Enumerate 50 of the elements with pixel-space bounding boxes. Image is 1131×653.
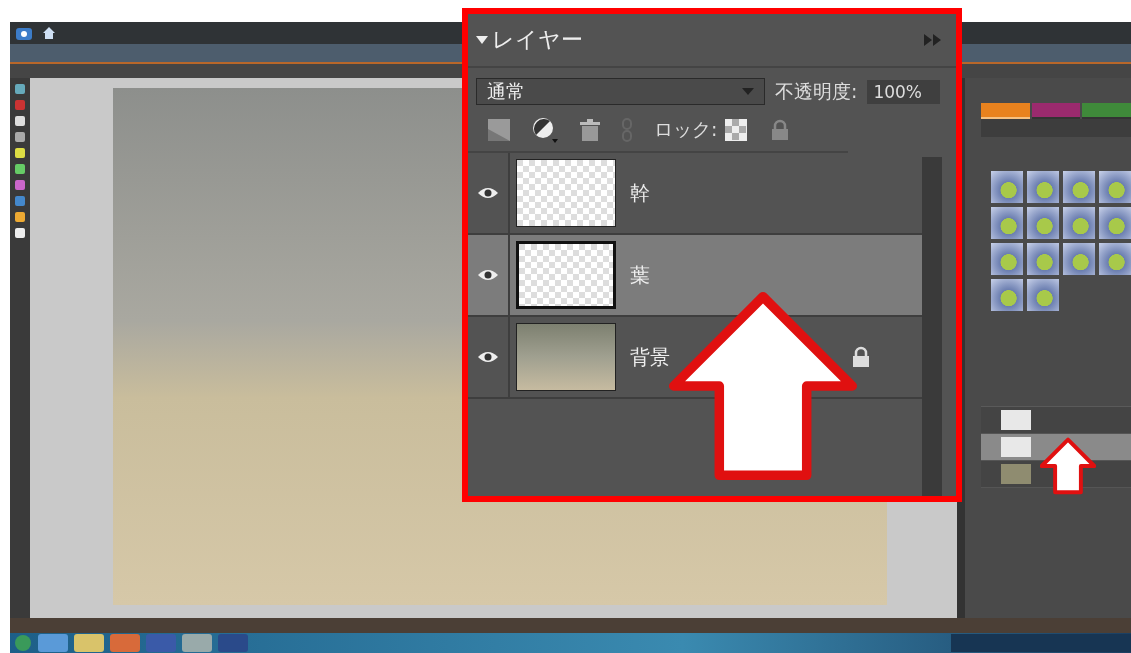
layer-row[interactable]: 幹	[468, 153, 922, 235]
new-layer-icon[interactable]	[488, 119, 510, 141]
caret-icon	[742, 88, 754, 95]
effect-thumbnail[interactable]	[1099, 171, 1131, 203]
effect-thumbnail[interactable]	[1027, 171, 1059, 203]
panel-menu-icon[interactable]	[924, 34, 942, 46]
effect-thumbnail[interactable]	[1027, 243, 1059, 275]
start-orb-icon[interactable]	[14, 634, 32, 652]
effect-thumbnail[interactable]	[991, 171, 1023, 203]
layer-thumbnail	[1001, 464, 1031, 484]
adjustment-layer-icon[interactable]	[532, 117, 558, 143]
home-icon[interactable]	[42, 26, 56, 40]
lock-transparency-icon[interactable]	[725, 119, 748, 141]
taskbar-app-icon[interactable]	[110, 634, 140, 652]
trash-icon[interactable]	[580, 119, 600, 141]
layer-name: 葉	[630, 261, 650, 289]
up-arrow-icon	[1040, 436, 1096, 496]
scrollbar[interactable]	[922, 157, 942, 496]
taskbar-app-icon[interactable]	[218, 634, 248, 652]
lock-icon	[850, 346, 872, 368]
effect-thumbnail[interactable]	[991, 243, 1023, 275]
effect-thumbnail[interactable]	[991, 207, 1023, 239]
opacity-field[interactable]: 100%	[867, 79, 940, 104]
effect-thumbnail[interactable]	[1027, 207, 1059, 239]
collapse-triangle-icon[interactable]	[476, 36, 488, 44]
effect-thumbnail[interactable]	[1063, 171, 1095, 203]
taskbar-app-icon[interactable]	[38, 634, 68, 652]
effect-thumbnail[interactable]	[1099, 207, 1131, 239]
layer-name: 幹	[630, 179, 650, 207]
panel-title: レイヤー	[492, 26, 583, 54]
effect-thumbnail[interactable]	[1099, 243, 1131, 275]
mode-tab[interactable]	[1031, 103, 1081, 119]
effect-thumbnail[interactable]	[991, 279, 1023, 311]
layer-thumbnail	[1001, 437, 1031, 457]
mode-tab[interactable]	[1082, 103, 1131, 119]
eye-icon[interactable]	[477, 268, 499, 282]
taskbar-app-icon[interactable]	[74, 634, 104, 652]
camera-icon[interactable]	[16, 26, 32, 40]
blend-mode-dropdown[interactable]: 通常	[476, 78, 765, 105]
lock-label: ロック:	[654, 117, 718, 142]
eye-icon[interactable]	[477, 350, 499, 364]
layer-row[interactable]: 葉	[468, 235, 922, 317]
effect-thumbnail[interactable]	[1027, 279, 1059, 311]
eye-icon[interactable]	[477, 186, 499, 200]
taskbar-app-icon[interactable]	[182, 634, 212, 652]
effect-thumbnail[interactable]	[1063, 207, 1095, 239]
layer-thumbnail	[1001, 410, 1031, 430]
effect-thumbnail[interactable]	[1063, 243, 1095, 275]
layer-name: 背景	[630, 343, 670, 371]
opacity-label: 不透明度:	[775, 78, 858, 104]
